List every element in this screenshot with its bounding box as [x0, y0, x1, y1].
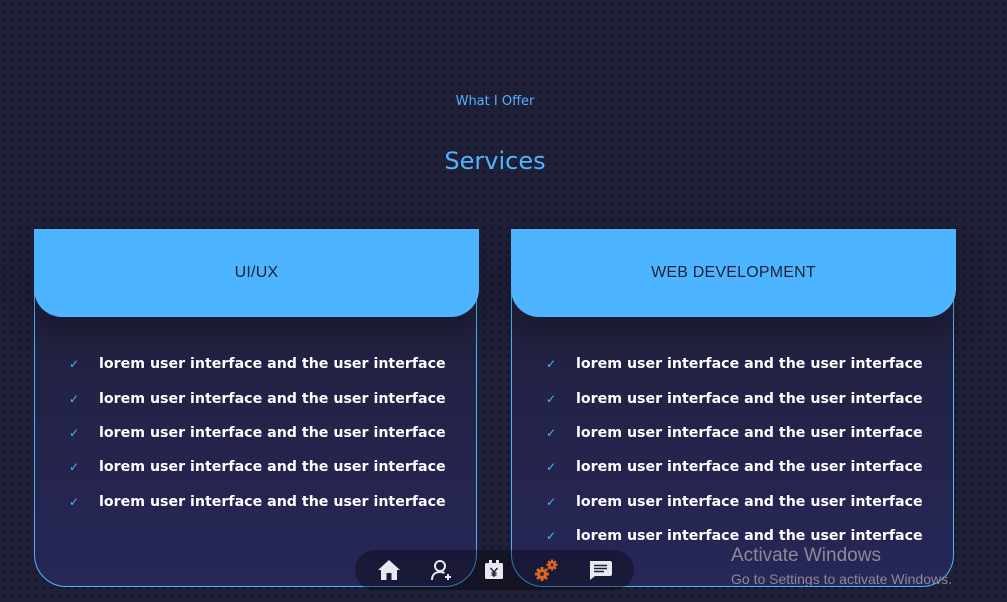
nav-services[interactable]: [529, 552, 565, 588]
list-item: ✓ lorem user interface and the user inter…: [69, 493, 446, 510]
check-icon: ✓: [69, 460, 80, 475]
nav-portfolio[interactable]: [476, 552, 512, 588]
service-card-web-development: WEB DEVELOPMENT ✓ lorem user interface an…: [511, 229, 956, 587]
list-item: ✓ lorem user interface and the user inter…: [546, 493, 923, 510]
service-card-header: WEB DEVELOPMENT: [511, 229, 956, 317]
user-add-icon: [430, 560, 451, 581]
nav-about[interactable]: [424, 552, 460, 588]
list-item: ✓ lorem user interface and the user inter…: [69, 390, 446, 407]
service-card-title: UI/UX: [234, 264, 279, 281]
service-card-uiux: UI/UX ✓ lorem user interface and the user…: [34, 229, 479, 587]
service-card-header: UI/UX: [34, 229, 479, 317]
check-icon: ✓: [546, 357, 557, 372]
gears-icon: [535, 559, 558, 581]
check-icon: ✓: [546, 391, 557, 406]
check-icon: ✓: [546, 460, 557, 475]
service-list: ✓ lorem user interface and the user inter…: [546, 347, 923, 553]
list-item: ✓ lorem user interface and the user inter…: [546, 459, 923, 476]
check-icon: ✓: [69, 425, 80, 440]
list-item: ✓ lorem user interface and the user inter…: [69, 459, 446, 476]
portfolio-icon: [485, 560, 504, 579]
services-subtitle: What I Offer: [455, 94, 535, 109]
check-icon: ✓: [69, 391, 80, 406]
watermark-subtitle: Go to Settings to activate Windows.: [731, 571, 952, 587]
nav-home[interactable]: [371, 552, 407, 588]
nav-contact[interactable]: [582, 552, 618, 588]
check-icon: ✓: [69, 494, 80, 509]
bottom-nav: [355, 550, 634, 590]
list-item: ✓ lorem user interface and the user inter…: [546, 356, 923, 373]
service-card-title: WEB DEVELOPMENT: [651, 264, 816, 281]
list-item: ✓ lorem user interface and the user inter…: [69, 356, 446, 373]
check-icon: ✓: [546, 494, 557, 509]
service-list: ✓ lorem user interface and the user inter…: [69, 347, 446, 519]
home-icon: [378, 560, 401, 580]
list-item: ✓ lorem user interface and the user inter…: [69, 424, 446, 441]
watermark-title: Activate Windows: [731, 545, 881, 566]
message-icon: [589, 561, 612, 580]
services-title: Services: [444, 147, 546, 175]
windows-activation-watermark: Activate Windows Go to Settings to activ…: [731, 545, 952, 591]
list-item: ✓ lorem user interface and the user inter…: [546, 424, 923, 441]
check-icon: ✓: [546, 529, 557, 544]
list-item: ✓ lorem user interface and the user inter…: [546, 390, 923, 407]
check-icon: ✓: [546, 425, 557, 440]
check-icon: ✓: [69, 357, 80, 372]
